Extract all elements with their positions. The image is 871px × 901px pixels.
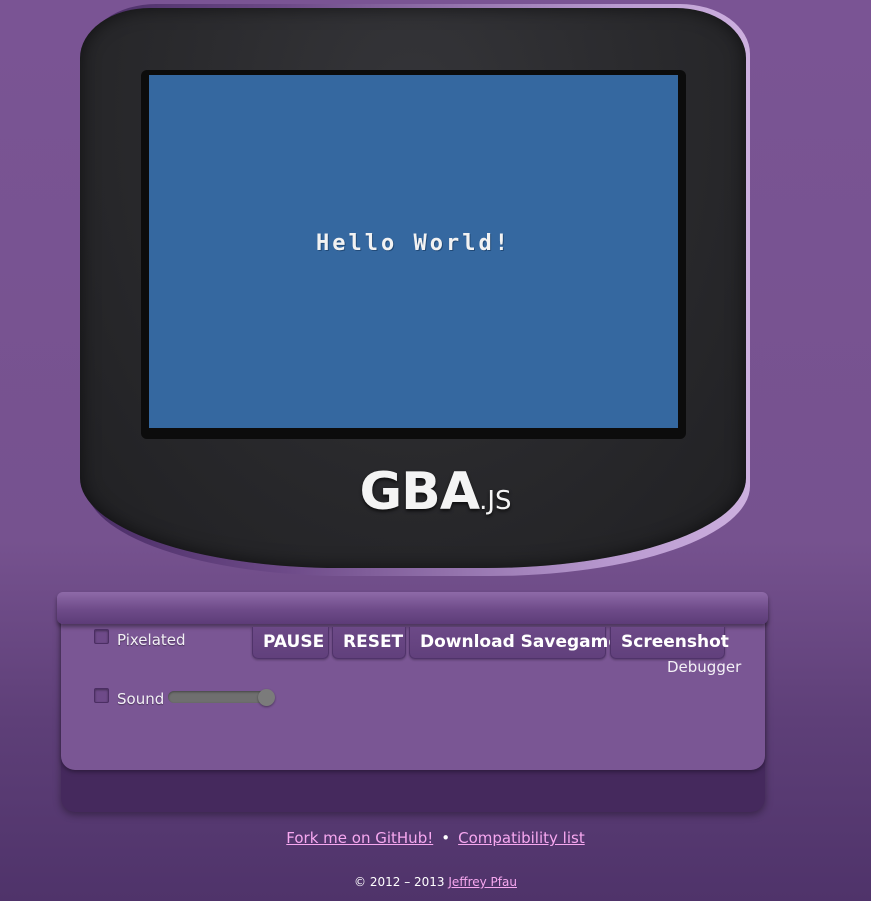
emulator-screen[interactable]: Hello World! (149, 75, 678, 428)
gbajs-logo: GBA.JS (0, 462, 871, 522)
pixelated-label: Pixelated (117, 631, 186, 649)
debugger-link[interactable]: Debugger (667, 658, 741, 676)
github-link[interactable]: Fork me on GitHub! (286, 829, 433, 847)
reset-button[interactable]: RESET (332, 627, 406, 659)
footer-links: Fork me on GitHub! • Compatibility list (0, 829, 871, 847)
control-panel-lip (57, 592, 768, 624)
logo-main: GBA (359, 462, 481, 522)
copyright-text: © 2012 – 2013 (354, 875, 445, 889)
copyright: © 2012 – 2013 Jeffrey Pfau (0, 875, 871, 889)
volume-slider[interactable] (168, 691, 272, 703)
volume-slider-thumb[interactable] (258, 689, 275, 706)
compatibility-link[interactable]: Compatibility list (458, 829, 585, 847)
screenshot-button[interactable]: Screenshot (610, 627, 729, 659)
sound-label: Sound (117, 690, 165, 708)
footer-separator: • (441, 829, 451, 847)
screen-text: Hello World! (316, 231, 511, 256)
pause-button[interactable]: PAUSE (252, 627, 329, 659)
sound-checkbox[interactable] (94, 688, 109, 703)
logo-sub: .JS (479, 486, 512, 516)
author-link[interactable]: Jeffrey Pfau (448, 875, 517, 889)
download-savegame-button[interactable]: Download Savegame (409, 627, 620, 659)
pixelated-checkbox[interactable] (94, 629, 109, 644)
